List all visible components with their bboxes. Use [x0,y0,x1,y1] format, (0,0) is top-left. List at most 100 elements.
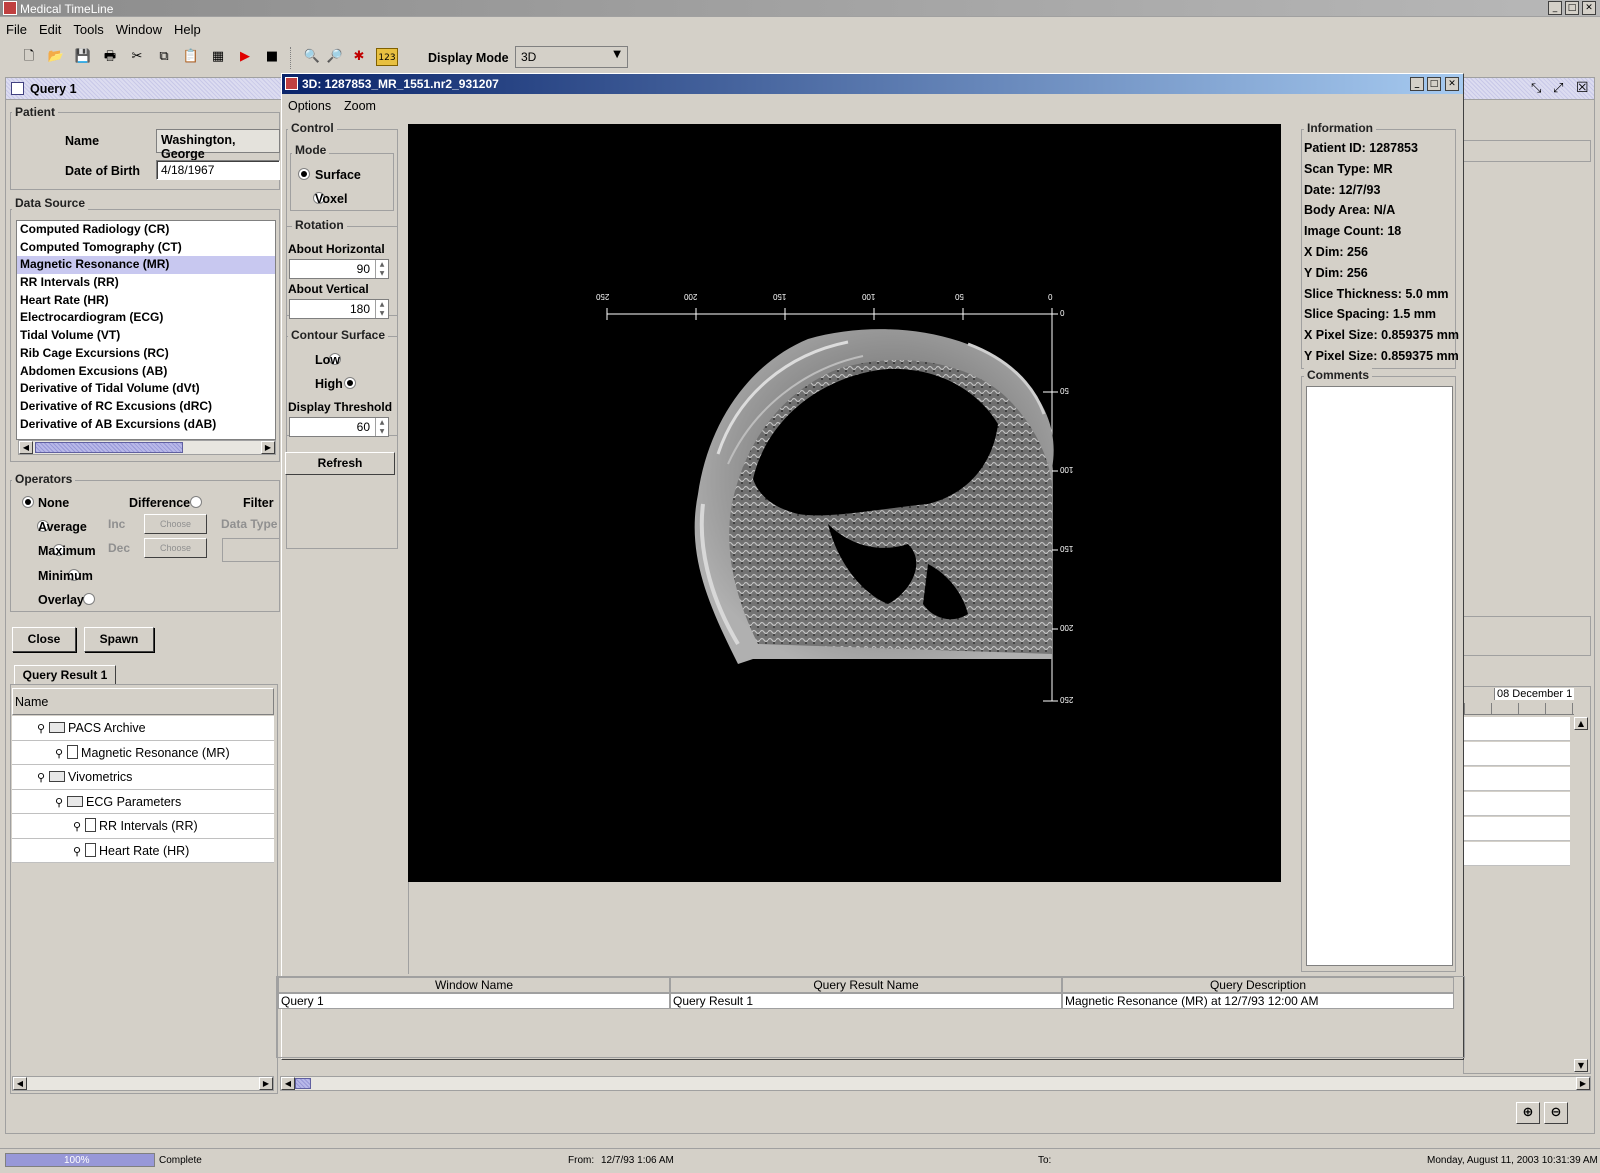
dob-field[interactable]: 4/18/1967 [156,160,280,180]
menu-file[interactable]: File [0,19,33,37]
pin-icon: ⚲ [55,795,64,809]
dec-choose-button[interactable]: Choose [144,538,207,558]
tree-row-vivometrics[interactable]: ⚲ Vivometrics [12,765,274,790]
new-file-icon[interactable]: 🗋 [20,48,38,66]
list-item[interactable]: Computed Radiology (CR) [17,221,275,239]
menu-edit[interactable]: Edit [33,19,67,37]
scroll-right-arrow[interactable]: ▶ [259,1077,273,1090]
tree-scrollbar[interactable]: ◀ ▶ [12,1076,274,1091]
threshold-spinner[interactable]: 60 [289,417,389,437]
list-item[interactable]: Derivative of RC Excusions (dRC) [17,398,275,416]
scroll-right-arrow[interactable]: ▶ [1576,1077,1590,1090]
open-folder-icon[interactable]: 📂 [47,48,65,66]
scroll-up-arrow[interactable]: ▲ [1574,717,1588,730]
about-vertical-spinner[interactable]: 180 [289,299,389,319]
list-item[interactable]: Abdomen Excusions (AB) [17,363,275,381]
print-icon[interactable]: 🖶 [101,48,119,66]
data-source-scrollbar[interactable]: ◀ ▶ [18,440,276,455]
radio-maximum-label: Maximum [38,544,96,558]
scroll-right-arrow[interactable]: ▶ [261,441,275,454]
table-header-query-description[interactable]: Query Description [1062,977,1454,993]
inc-choose-button[interactable]: Choose [144,514,207,534]
list-item[interactable]: Derivative of Tidal Volume (dVt) [17,380,275,398]
table-header-query-result-name[interactable]: Query Result Name [670,977,1062,993]
tree-row-pacs[interactable]: ⚲ PACS Archive [12,716,274,741]
viewer-minimize-button[interactable]: _ [1410,77,1424,91]
tree-row-hr[interactable]: ⚲ Heart Rate (HR) [12,838,274,863]
radio-high[interactable] [344,377,357,389]
cut-icon[interactable]: ✂ [128,48,146,66]
minimize-button[interactable]: _ [1548,1,1562,15]
stop-icon[interactable]: ■ [263,48,281,66]
tree-row-ecg[interactable]: ⚲ ECG Parameters [12,789,274,814]
data-source-list[interactable]: Computed Radiology (CR) Computed Tomogra… [16,220,276,440]
timeline-zoom-out-button[interactable]: ⊖ [1544,1102,1568,1124]
menu-window[interactable]: Window [110,19,168,37]
play-icon[interactable]: ▶ [236,48,254,66]
table-cell-window-name[interactable]: Query 1 [278,993,670,1009]
copy-icon[interactable]: ⧉ [155,48,173,66]
tree-row-rr[interactable]: ⚲ RR Intervals (RR) [12,814,274,839]
maximize-icon[interactable]: ⤢ [1553,81,1563,96]
close-query-button[interactable]: Close [12,627,76,652]
zoom-in-icon[interactable]: 🔍 [303,48,321,66]
list-item[interactable]: Derivative of AB Excursions (dAB) [17,416,275,434]
viewer-maximize-button[interactable]: □ [1427,77,1441,91]
restore-icon[interactable]: ⤡ [1531,81,1541,96]
viewer-menu-options[interactable]: Options [288,99,331,113]
table-header-window-name[interactable]: Window Name [278,977,670,993]
tree-row-mr[interactable]: ⚲ Magnetic Resonance (MR) [12,740,274,765]
maximize-button[interactable]: □ [1565,1,1579,15]
list-item[interactable]: RR Intervals (RR) [17,274,275,292]
radio-difference[interactable] [189,496,202,508]
list-item[interactable]: Computed Tomography (CT) [17,239,275,257]
scroll-left-arrow[interactable]: ◀ [281,1077,295,1090]
spinner-arrows[interactable]: ▲ ▼ [375,260,388,278]
tree-label: ECG Parameters [86,794,182,809]
chart-icon[interactable]: 123 [376,48,398,66]
menu-help[interactable]: Help [168,19,207,37]
close-icon[interactable]: ☒ [1576,80,1589,96]
table-cell-query-description[interactable]: Magnetic Resonance (MR) at 12/7/93 12:00… [1062,993,1454,1009]
menu-tools[interactable]: Tools [67,19,109,37]
list-item-selected[interactable]: Magnetic Resonance (MR) [17,256,275,275]
spinner-arrows[interactable]: ▲ ▼ [375,418,388,436]
zoom-out-icon[interactable]: 🔎 [326,48,344,66]
scroll-thumb[interactable] [35,442,183,453]
render-canvas[interactable]: 250 200 150 100 50 0 0 50 100 150 200 25… [408,124,1281,882]
tree-header[interactable]: Name [12,688,274,715]
scroll-down-arrow[interactable]: ▼ [1574,1059,1588,1072]
name-field[interactable]: Washington, George [156,129,280,161]
scroll-left-arrow[interactable]: ◀ [13,1077,27,1090]
display-mode-select[interactable]: 3D ▼ [515,46,628,68]
info-x-pixel-size: X Pixel Size: 0.859375 mm [1304,328,1459,343]
bug-icon[interactable]: ✱ [350,48,368,66]
calendar-icon[interactable]: ▦ [209,48,227,66]
timeline-hscrollbar[interactable]: ◀ ▶ [280,1076,1591,1091]
timeline-panel: 08 December 1 ▲ ▼ [1463,686,1591,1074]
scroll-left-arrow[interactable]: ◀ [19,441,33,454]
close-button[interactable]: ✕ [1582,1,1596,15]
viewer-menu-zoom[interactable]: Zoom [344,99,376,113]
spinner-arrows[interactable]: ▲ ▼ [375,300,388,318]
viewer-close-button[interactable]: ✕ [1445,77,1459,91]
list-item[interactable]: Tidal Volume (VT) [17,327,275,345]
list-item[interactable]: Electrocardiogram (ECG) [17,309,275,327]
mode-group-label: Mode [292,143,330,157]
radio-none[interactable] [22,496,34,508]
timeline-strip-2 [1463,616,1591,656]
radio-surface[interactable] [298,168,310,180]
refresh-button[interactable]: Refresh [285,452,395,475]
tab-query-result-1[interactable]: Query Result 1 [14,665,116,684]
list-item[interactable]: Rib Cage Excursions (RC) [17,345,275,363]
spawn-button[interactable]: Spawn [84,627,154,652]
comments-textarea[interactable] [1306,386,1453,966]
data-type-select[interactable] [222,538,280,562]
save-icon[interactable]: 💾 [74,48,92,66]
timeline-zoom-in-button[interactable]: ⊕ [1516,1102,1540,1124]
scroll-thumb[interactable] [295,1078,311,1089]
table-cell-query-result-name[interactable]: Query Result 1 [670,993,1062,1009]
list-item[interactable]: Heart Rate (HR) [17,292,275,310]
paste-icon[interactable]: 📋 [182,48,200,66]
about-horizontal-spinner[interactable]: 90 [289,259,389,279]
